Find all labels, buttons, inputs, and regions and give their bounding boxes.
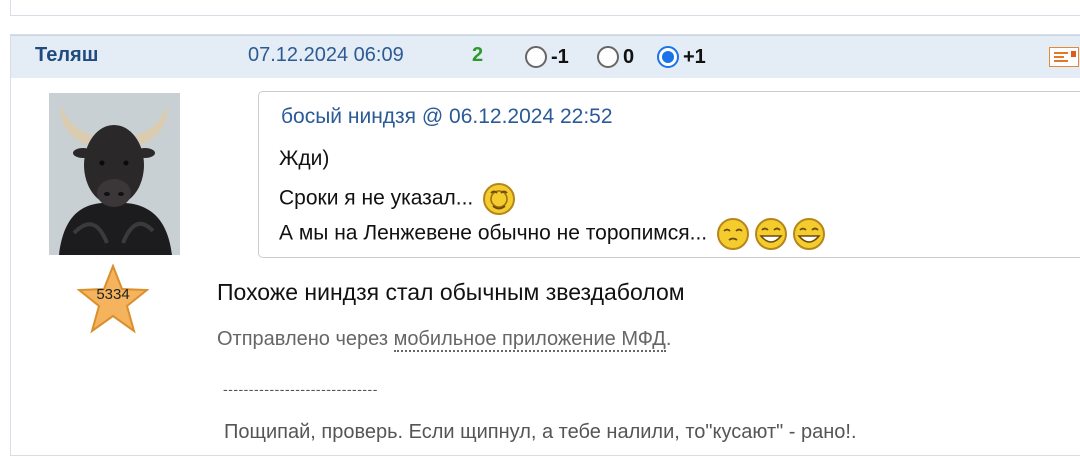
smiley-icon	[792, 218, 825, 250]
previous-post-bottom	[10, 0, 1080, 16]
radio-zero[interactable]	[597, 46, 619, 68]
radio-plus-one[interactable]	[657, 46, 679, 68]
quote-line: А мы на Ленжевене обычно не торопимся...	[279, 217, 826, 251]
quote-header[interactable]: босый ниндзя @ 06.12.2024 22:52	[281, 105, 613, 129]
smiley-icon	[483, 183, 516, 215]
quote-line-text: Сроки я не указал...	[279, 186, 474, 210]
quote-line-text: А мы на Ленжевене обычно не торопимся...	[279, 221, 708, 245]
smiley-icon	[716, 218, 749, 250]
author-link[interactable]: Теляш	[35, 44, 98, 67]
rating-value: 5334	[96, 286, 130, 303]
vote-zero-label: 0	[623, 45, 635, 68]
signature: Пощипай, проверь. Если щипнул, а тебе на…	[224, 421, 857, 443]
forum-post: Теляш 07.12.2024 06:09 2 -1 0 +1 5334 бо…	[10, 34, 1080, 456]
vote-plus-one-label: +1	[683, 45, 706, 68]
post-header: Теляш 07.12.2024 06:09 2 -1 0 +1	[11, 35, 1080, 78]
quote-line: Жди)	[279, 147, 329, 171]
quote-line: Сроки я не указал...	[279, 182, 516, 216]
menu-icon[interactable]	[1049, 47, 1079, 67]
user-rating[interactable]: 5334	[76, 263, 150, 334]
sent-via-prefix: Отправлено через	[217, 328, 394, 350]
vote-minus-one[interactable]: -1	[525, 43, 569, 71]
sent-via-suffix: .	[665, 328, 672, 350]
post-score: 2	[472, 44, 484, 66]
vote-plus-one[interactable]: +1	[657, 43, 706, 71]
vote-zero[interactable]: 0	[597, 43, 634, 71]
message-text: Похоже ниндзя стал обычным звездаболом	[217, 279, 685, 305]
avatar-bull	[49, 93, 180, 255]
vote-minus-one-label: -1	[551, 45, 569, 68]
radio-minus-one[interactable]	[525, 46, 547, 68]
sent-via: Отправлено через мобильное приложение МФ…	[217, 328, 672, 352]
signature-separator: ------------------------------	[223, 381, 378, 397]
avatar[interactable]	[49, 93, 180, 255]
quote-line-text: Жди)	[279, 147, 330, 170]
post-datetime[interactable]: 07.12.2024 06:09	[248, 44, 404, 67]
quote-block: босый ниндзя @ 06.12.2024 22:52 Жди) Сро…	[258, 91, 1080, 258]
mobile-app-link[interactable]: мобильное приложение МФД	[393, 328, 666, 352]
smiley-icon	[754, 218, 787, 250]
